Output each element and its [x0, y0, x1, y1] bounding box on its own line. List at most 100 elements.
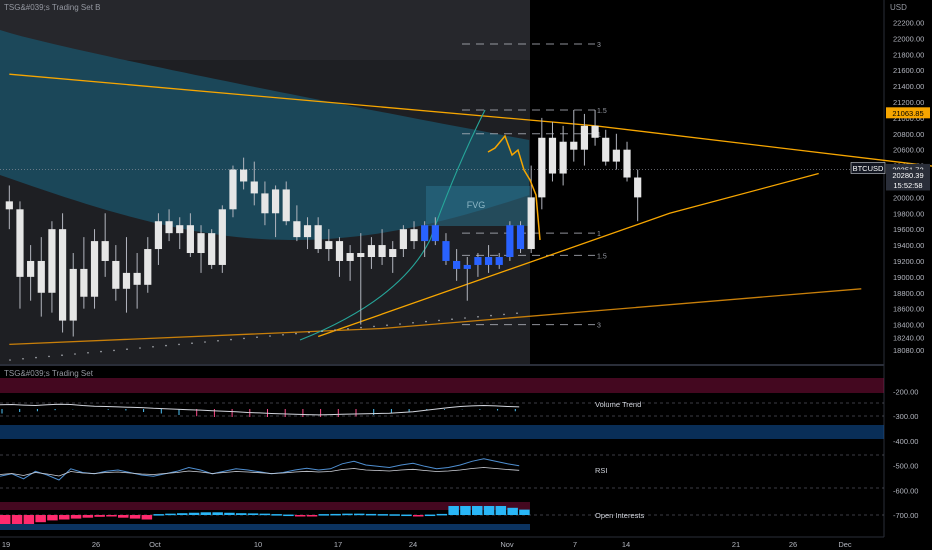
candle-body: [548, 137, 557, 174]
fvg-label: FVG: [467, 200, 486, 210]
candle-body: [303, 225, 312, 238]
time-tick-label: Nov: [500, 540, 514, 549]
candle-body: [527, 197, 535, 250]
trail-dot: [360, 326, 362, 329]
candle-body: [570, 141, 578, 150]
candle-body: [602, 137, 610, 162]
oi-bar: [519, 509, 530, 515]
candle-body: [261, 193, 269, 214]
oi-bar: [11, 515, 23, 524]
open-interests-label: Open Interests: [595, 511, 644, 520]
oi-bar: [212, 512, 223, 515]
panel-tick-label: -300.00: [893, 412, 918, 421]
oi-bar: [259, 513, 271, 516]
oi-bar: [94, 515, 105, 517]
price-tick-label: 21800.00: [893, 50, 924, 59]
oi-bar: [165, 513, 176, 516]
time-tick-label: Dec: [838, 540, 852, 549]
trail-dot: [373, 325, 375, 328]
trail-dot: [451, 318, 453, 321]
oi-bar: [495, 506, 507, 515]
oi-bar: [106, 515, 117, 517]
candle-body: [389, 249, 397, 257]
oi-bar: [507, 507, 518, 515]
candle-body: [357, 253, 365, 257]
oi-bar: [129, 515, 141, 519]
trail-dot: [321, 330, 323, 333]
candle-body: [90, 241, 99, 297]
price-tick-label: 20800.00: [893, 130, 924, 139]
candle-body: [101, 241, 109, 261]
candle-body: [623, 149, 631, 178]
oi-bar: [35, 515, 46, 523]
oi-bar: [224, 512, 235, 515]
price-tick-label: 18080.00: [893, 346, 924, 355]
candle-body: [165, 221, 173, 234]
oi-bar: [472, 506, 483, 515]
candle-body: [367, 245, 376, 257]
candle-body: [176, 225, 184, 234]
trail-dot: [425, 320, 427, 323]
oi-bar: [82, 515, 94, 518]
currency-label: USD: [890, 3, 907, 12]
trail-dot: [35, 356, 37, 359]
oi-bar: [460, 506, 471, 515]
oi-bar: [283, 514, 294, 517]
candle-body: [442, 241, 450, 261]
candle-body: [80, 268, 88, 297]
oi-bar: [330, 513, 341, 516]
oi-bar: [70, 515, 82, 519]
trail-dot: [464, 317, 466, 319]
trail-dot: [61, 354, 63, 357]
sub-indicator-label[interactable]: TSG&#039;s Trading Set: [4, 369, 93, 378]
price-tag-text: BTCUSD: [853, 164, 884, 173]
time-tick-label: Oct: [149, 540, 162, 549]
candle-body: [516, 225, 525, 250]
trail-dot: [165, 344, 167, 347]
oi-bar: [295, 515, 306, 517]
trail-dot: [113, 349, 115, 352]
level-label: 1.5: [597, 253, 607, 260]
candle-body: [474, 256, 482, 265]
oi-bar: [354, 513, 365, 516]
candle-body: [250, 181, 258, 194]
price-tick-label: 19000.00: [893, 273, 924, 282]
candle-body: [634, 177, 642, 198]
panel-tick-label: -200.00: [893, 388, 918, 397]
price-tick-label: 18600.00: [893, 305, 924, 314]
oversold-band: [0, 425, 884, 439]
oi-bar: [424, 514, 436, 517]
candle-body: [463, 264, 471, 269]
candle-body: [218, 209, 226, 265]
trail-dot: [347, 328, 349, 330]
oi-bar: [23, 515, 35, 524]
candle-body: [27, 260, 35, 277]
trail-dot: [269, 335, 271, 337]
candle-body: [48, 229, 56, 293]
trail-dot: [152, 346, 154, 348]
candle-body: [431, 225, 439, 242]
trail-dot: [9, 359, 11, 361]
candle-body: [612, 149, 620, 162]
price-tick-label: 18240.00: [893, 333, 924, 342]
rsi-label: RSI: [595, 466, 608, 475]
candle-body: [144, 249, 152, 285]
trail-dot: [438, 319, 440, 322]
trail-dot: [334, 329, 336, 331]
time-tick-label: 7: [573, 540, 577, 549]
candle-body: [229, 169, 237, 210]
oi-bar: [177, 513, 188, 515]
candle-body: [271, 189, 280, 214]
main-indicator-label[interactable]: TSG&#039;s Trading Set B: [4, 3, 101, 12]
overbought-band: [0, 378, 884, 393]
trading-chart[interactable]: FVG 31.5111.53 18080.0018240.0018400.001…: [0, 0, 932, 550]
oi-low-band: [0, 524, 530, 530]
candle-body: [346, 253, 354, 261]
volume-trend-label: Volume Trend: [595, 400, 641, 409]
oi-bar: [118, 515, 129, 518]
level-label: 1.5: [597, 108, 607, 115]
oi-bar: [436, 513, 448, 516]
trail-dot: [477, 316, 479, 318]
trail-dot: [74, 353, 76, 355]
candle-body: [410, 229, 418, 242]
